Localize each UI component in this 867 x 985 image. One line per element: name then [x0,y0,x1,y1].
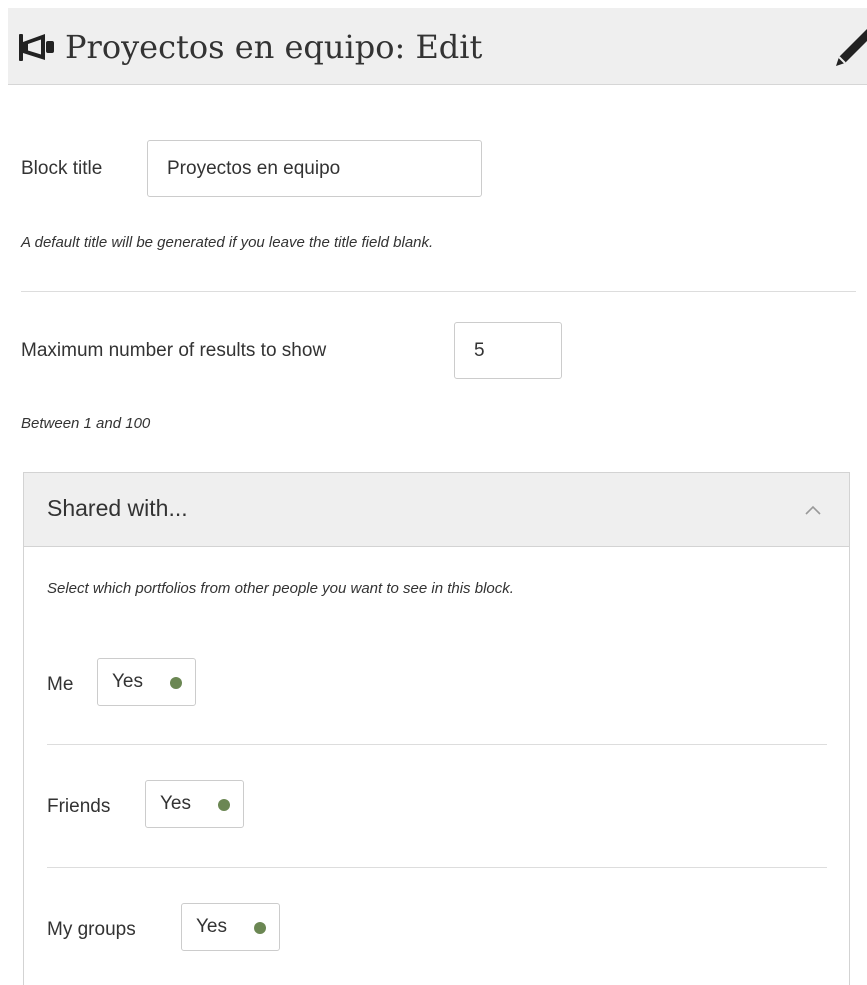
divider [47,744,827,745]
block-title-label: Block title [21,158,103,179]
pencil-icon[interactable] [833,29,867,67]
block-title-input[interactable] [147,140,482,197]
option-label-friends: Friends [47,796,111,817]
shared-with-toggle[interactable]: Shared with... [24,473,849,547]
megaphone-icon [19,34,54,61]
panel-description: Select which portfolios from other peopl… [47,580,514,597]
on-indicator-icon [218,799,230,811]
toggle-label: Yes [112,671,143,692]
block-config-dialog: Proyectos en equipo: Edit Block title A … [0,0,867,985]
option-label-me: Me [47,674,74,695]
max-results-input[interactable] [454,322,562,379]
on-indicator-icon [254,922,266,934]
toggle-label: Yes [160,793,191,814]
max-results-label: Maximum number of results to show [21,340,327,361]
max-results-hint: Between 1 and 100 [21,415,151,432]
panel-title: Shared with... [47,495,188,521]
toggle-friends[interactable]: Yes [145,780,244,828]
on-indicator-icon [170,677,182,689]
block-title-hint: A default title will be generated if you… [21,234,434,251]
toggle-label: Yes [196,916,227,937]
divider [47,867,827,868]
dialog-header: Proyectos en equipo: Edit [8,8,867,85]
divider [21,291,856,292]
toggle-me[interactable]: Yes [97,658,196,706]
shared-with-panel: Shared with... Select which portfolios f… [23,472,850,985]
chevron-up-icon [805,505,821,515]
toggle-my-groups[interactable]: Yes [181,903,280,951]
option-label-my-groups: My groups [47,919,136,940]
page-title: Proyectos en equipo: Edit [65,28,483,66]
